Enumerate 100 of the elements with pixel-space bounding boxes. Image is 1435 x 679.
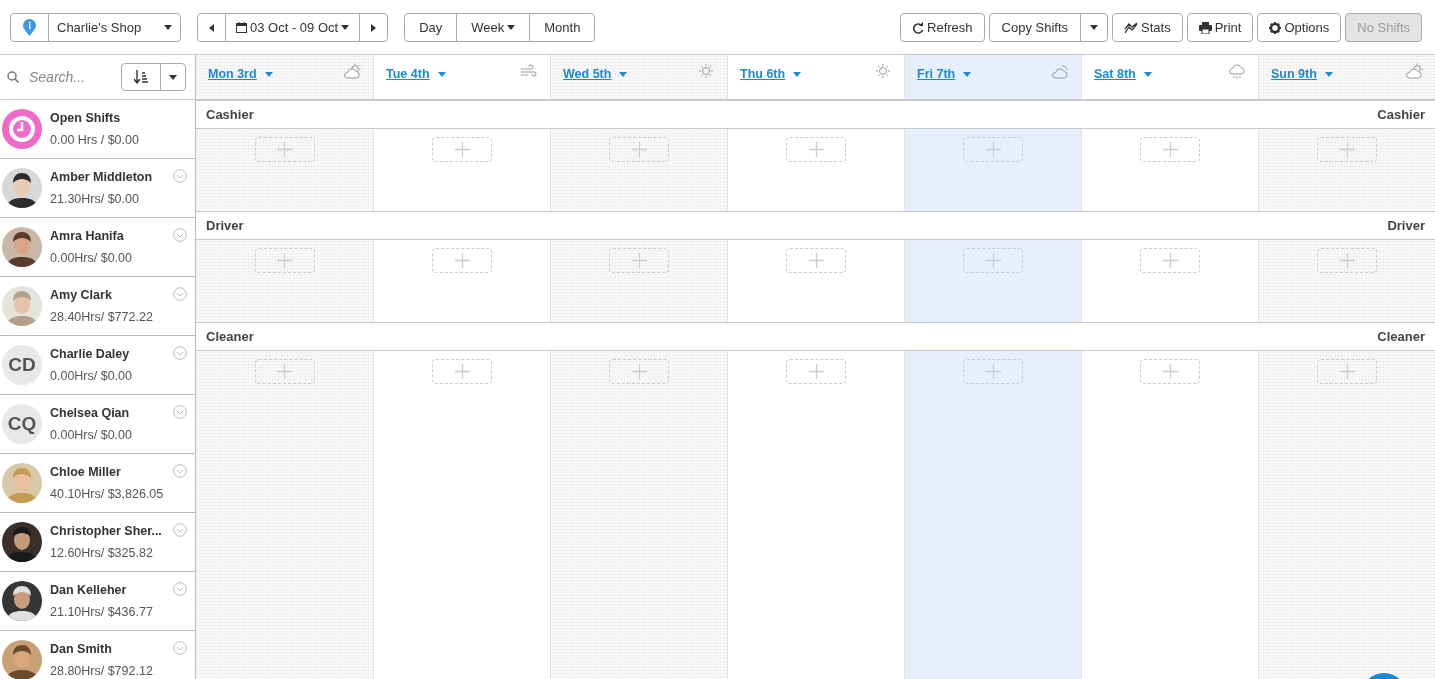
location-button[interactable] <box>10 13 49 42</box>
staff-name: Dan Smith <box>50 641 113 658</box>
sort-button[interactable] <box>121 63 161 92</box>
role-label: Cleaner <box>1377 328 1425 346</box>
weather-icon <box>874 63 892 80</box>
map-pin-icon <box>23 19 36 36</box>
refresh-icon <box>912 21 925 34</box>
add-shift-button[interactable] <box>786 359 846 385</box>
weather-icon <box>1051 63 1069 80</box>
view-button[interactable]: Day <box>404 13 458 42</box>
chevron-down-icon[interactable] <box>173 287 187 302</box>
staff-name: Chloe Miller <box>50 464 122 481</box>
plus-icon <box>1339 364 1355 380</box>
toolbar-button[interactable]: Print <box>1186 13 1254 42</box>
caret-icon <box>1324 72 1333 78</box>
plus-icon <box>808 364 824 380</box>
search-icon <box>7 71 19 84</box>
day-link[interactable]: Sun 9th <box>1271 65 1333 84</box>
add-shift-button[interactable] <box>963 248 1023 274</box>
add-shift-button[interactable] <box>1317 359 1377 385</box>
caret-icon <box>793 72 802 78</box>
hours-summary: 0.00Hrs/ $0.00 <box>50 249 132 267</box>
plus-icon <box>808 142 824 158</box>
chevron-down-icon[interactable] <box>173 523 187 538</box>
weather-icon <box>697 63 715 80</box>
role-label: Cashier <box>1377 106 1425 124</box>
dropdown-toggle-button[interactable] <box>1080 13 1109 42</box>
add-shift-button[interactable] <box>1140 137 1200 163</box>
plus-icon <box>985 364 1001 380</box>
add-shift-button[interactable] <box>432 359 492 385</box>
plus-icon <box>454 142 470 158</box>
next-week-button[interactable] <box>359 13 389 42</box>
staff-name: Amber Middleton <box>50 169 153 186</box>
day-link[interactable]: Wed 5th <box>563 65 628 84</box>
toolbar-button[interactable]: Refresh <box>900 13 985 42</box>
add-shift-button[interactable] <box>609 137 669 163</box>
role-label: Driver <box>206 217 244 235</box>
day-link[interactable]: Sat 8th <box>1094 65 1152 84</box>
gear-icon <box>1269 21 1282 34</box>
caret-icon <box>169 74 177 80</box>
chevron-down-icon[interactable] <box>173 464 187 479</box>
hours-summary: 12.60Hrs/ $325.82 <box>50 544 154 562</box>
calendar-icon <box>236 22 247 33</box>
add-shift-button[interactable] <box>609 359 669 385</box>
staff-name: Christopher Sher... <box>50 523 162 540</box>
clock-icon <box>2 109 42 150</box>
add-shift-button[interactable] <box>609 248 669 274</box>
plus-icon <box>454 364 470 380</box>
chevron-down-icon[interactable] <box>173 641 187 656</box>
location-dropdown[interactable]: Charlie's Shop <box>48 13 181 42</box>
staff-name: Amy Clark <box>50 287 113 304</box>
chevron-down-icon[interactable] <box>173 228 187 243</box>
add-shift-button[interactable] <box>786 137 846 163</box>
add-shift-button[interactable] <box>432 248 492 274</box>
plus-icon <box>1339 253 1355 269</box>
copy-shifts-button[interactable]: Copy Shifts <box>988 13 1082 42</box>
chevron-down-icon[interactable] <box>173 169 187 184</box>
caret-icon <box>963 72 972 78</box>
weather-icon <box>520 63 538 80</box>
view-button[interactable]: Month <box>529 13 596 42</box>
add-shift-button[interactable] <box>963 137 1023 163</box>
add-shift-button[interactable] <box>1317 248 1377 274</box>
chevron-down-icon[interactable] <box>173 346 187 361</box>
add-shift-button[interactable] <box>786 248 846 274</box>
previous-week-button[interactable] <box>197 13 226 42</box>
plus-icon <box>631 364 647 380</box>
caret-icon <box>437 72 446 78</box>
day-link[interactable]: Thu 6th <box>740 65 802 84</box>
plus-icon <box>277 364 292 380</box>
add-shift-button[interactable] <box>1140 248 1200 274</box>
caret-icon <box>164 25 172 30</box>
caret-icon <box>619 72 628 78</box>
role-label: Cleaner <box>206 328 254 346</box>
date-range-dropdown[interactable]: 03 Oct - 09 Oct <box>225 13 361 42</box>
add-shift-button[interactable] <box>254 359 315 385</box>
caret-icon <box>1143 72 1152 78</box>
hours-summary: 28.80Hrs/ $792.12 <box>50 662 153 679</box>
plus-icon <box>1339 142 1355 158</box>
day-link[interactable]: Tue 4th <box>386 65 446 84</box>
add-shift-button[interactable] <box>1140 359 1200 385</box>
hours-summary: 40.10Hrs/ $3,826.05 <box>50 485 164 503</box>
caret-icon <box>264 72 273 78</box>
staff-name: Open Shifts <box>50 110 122 127</box>
day-link[interactable]: Mon 3rd <box>208 65 273 84</box>
sort-options-button[interactable] <box>160 63 186 92</box>
add-shift-button[interactable] <box>254 248 315 274</box>
view-button[interactable]: Week <box>456 13 531 42</box>
chevron-down-icon[interactable] <box>173 582 187 597</box>
add-shift-button[interactable] <box>254 137 315 163</box>
hours-summary: 0.00Hrs/ $0.00 <box>50 426 132 444</box>
add-shift-button[interactable] <box>1317 137 1377 163</box>
toolbar-button[interactable]: Options <box>1257 13 1342 42</box>
add-shift-button[interactable] <box>963 359 1023 385</box>
caret-icon <box>1090 25 1099 30</box>
staff-name: Chelsea Qian <box>50 405 131 422</box>
chevron-down-icon[interactable] <box>173 405 187 420</box>
add-shift-button[interactable] <box>432 137 492 163</box>
hours-summary: 21.30Hrs/ $0.00 <box>50 190 140 208</box>
avatar-initials: CD <box>2 345 42 386</box>
toolbar-button[interactable]: Stats <box>1112 13 1183 42</box>
